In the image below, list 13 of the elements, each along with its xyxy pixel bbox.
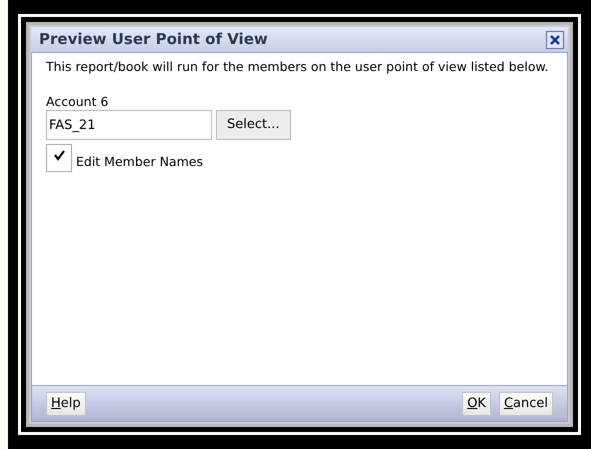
field-label: Account 6 — [46, 94, 110, 110]
checkbox[interactable] — [46, 144, 72, 172]
help-button[interactable]: Help — [46, 392, 86, 416]
cancel-button[interactable]: Cancel — [498, 392, 553, 416]
close-button[interactable] — [546, 30, 564, 48]
select-button[interactable]: Select... — [216, 110, 291, 140]
checkbox-label: Edit Member Names — [76, 153, 203, 172]
checkmark-icon — [52, 149, 66, 162]
message-text: This report/book will run for the members on the user point of view listed below. — [46, 59, 550, 75]
ok-button[interactable]: OK — [462, 392, 491, 416]
window-title: Preview User Point of View — [39, 29, 268, 50]
member-input-field[interactable]: FAS_21 — [46, 110, 212, 140]
close-icon — [549, 34, 561, 46]
